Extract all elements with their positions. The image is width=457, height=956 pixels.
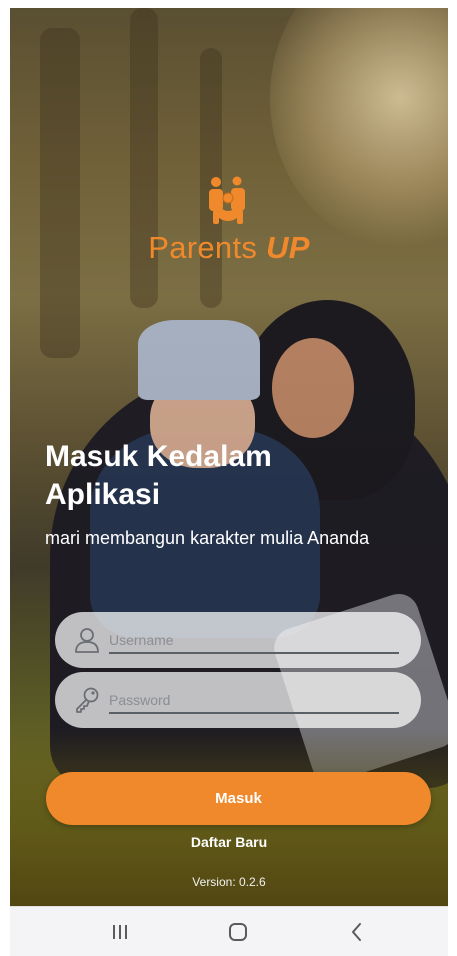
username-input[interactable] (109, 628, 399, 654)
home-icon[interactable] (223, 919, 253, 945)
recent-apps-icon[interactable] (105, 919, 135, 945)
username-field[interactable] (55, 612, 421, 668)
login-subtitle: mari membangun karakter mulia Ananda (45, 528, 370, 548)
login-title: Masuk Kedalam Aplikasi (45, 440, 272, 511)
user-icon (75, 628, 99, 653)
brand-accent: UP (266, 230, 310, 265)
app-logo: Parents UP (10, 176, 448, 265)
register-link[interactable]: Daftar Baru (10, 834, 448, 850)
app-screen: Parents UP Masuk Kedalam Aplikasi mari m… (10, 8, 448, 956)
brand-primary: Parents (148, 230, 258, 265)
system-navigation-bar (10, 906, 448, 956)
key-icon (76, 687, 99, 713)
login-button[interactable]: Masuk (46, 772, 431, 825)
app-version: Version: 0.2.6 (192, 875, 266, 889)
family-icon (209, 176, 245, 224)
app-brand-name: Parents UP (10, 231, 448, 265)
back-icon[interactable] (342, 919, 372, 945)
password-field[interactable] (55, 672, 421, 728)
password-input[interactable] (109, 688, 399, 714)
